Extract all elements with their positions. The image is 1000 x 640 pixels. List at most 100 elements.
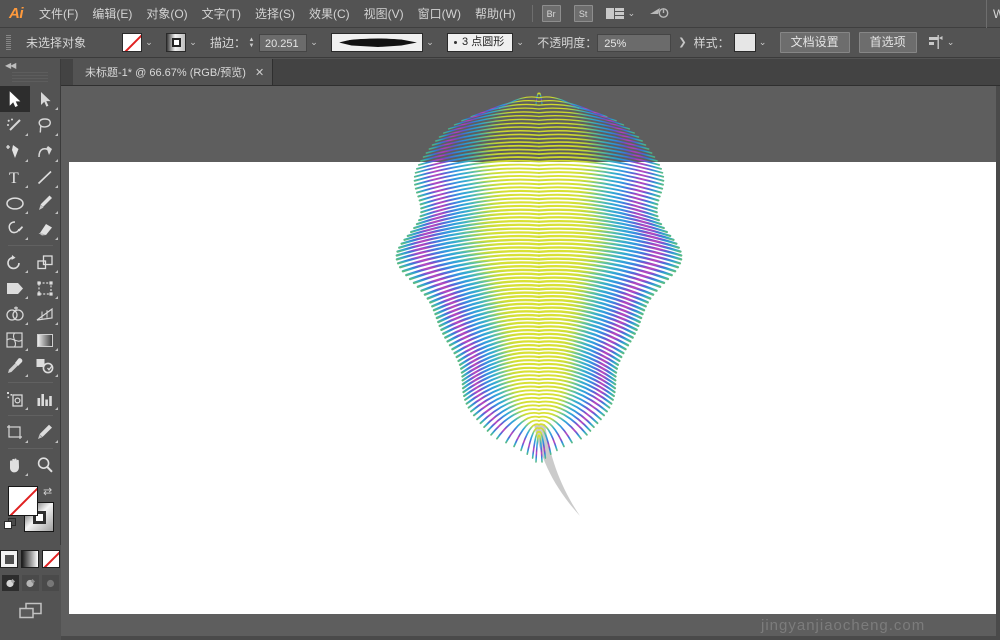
tools-panel-grip[interactable] <box>12 72 48 83</box>
drawing-mode-buttons <box>0 575 60 591</box>
tool-divider <box>8 448 53 449</box>
menu-type[interactable]: 文字(T) <box>195 0 248 28</box>
direct-selection-tool[interactable] <box>30 86 60 112</box>
menu-effect[interactable]: 效果(C) <box>302 0 357 28</box>
menu-file[interactable]: 文件(F) <box>32 0 85 28</box>
stroke-dropdown-icon[interactable]: ⌄ <box>186 33 200 52</box>
watermark-text: jingyanjiaocheng.com <box>761 617 925 634</box>
menu-select[interactable]: 选择(S) <box>248 0 302 28</box>
column-graph-tool[interactable] <box>30 386 60 412</box>
svg-text:T: T <box>9 170 19 186</box>
align-dropdown-icon[interactable]: ⌄ <box>944 33 958 52</box>
control-bar-grip[interactable] <box>6 35 11 51</box>
fill-dropdown-icon[interactable]: ⌄ <box>142 33 156 52</box>
gradient-mode-button[interactable] <box>21 550 39 568</box>
curvature-tool[interactable] <box>30 138 60 164</box>
cloud-sync-icon[interactable] <box>649 5 669 22</box>
document-setup-button[interactable]: 文档设置 <box>780 32 850 53</box>
leaf-stroke-group <box>397 93 681 462</box>
menu-view[interactable]: 视图(V) <box>357 0 411 28</box>
fill-swatch[interactable] <box>122 33 142 52</box>
artboard-tool[interactable] <box>0 419 30 445</box>
stroke-weight-label: 描边： <box>210 34 246 51</box>
align-icon[interactable] <box>928 35 944 50</box>
opacity-input[interactable]: 25% <box>597 34 671 52</box>
fill-none-swatch[interactable] <box>8 486 38 516</box>
eyedropper-tool[interactable] <box>0 353 30 379</box>
horizontal-scrollbar[interactable] <box>61 636 1000 640</box>
leaf-stroke <box>539 93 542 104</box>
shape-builder-tool[interactable] <box>0 301 30 327</box>
scale-tool[interactable] <box>30 249 60 275</box>
stroke-weight-input[interactable]: 20.251 <box>259 34 307 52</box>
swap-fill-stroke-icon[interactable]: ⇄ <box>43 485 52 498</box>
brush-definition-preview[interactable] <box>331 33 423 52</box>
chevron-down-icon[interactable]: ⌄ <box>628 8 636 19</box>
menu-edit[interactable]: 编辑(E) <box>85 0 139 28</box>
color-mode-buttons <box>0 550 60 568</box>
ellipse-tool[interactable] <box>0 190 30 216</box>
paintbrush-tool[interactable] <box>30 190 60 216</box>
close-icon[interactable]: ✕ <box>255 66 264 79</box>
slice-tool[interactable] <box>30 419 60 445</box>
selection-tool[interactable] <box>0 86 30 112</box>
menu-help[interactable]: 帮助(H) <box>468 0 523 28</box>
tool-divider <box>8 382 53 383</box>
preferences-button[interactable]: 首选项 <box>859 32 917 53</box>
eraser-tool[interactable] <box>30 216 60 242</box>
brush-name-dropdown-icon[interactable]: ⌄ <box>513 33 527 52</box>
zoom-tool[interactable] <box>30 452 60 478</box>
stock-button[interactable]: St <box>574 5 593 22</box>
document-canvas[interactable]: jingyanjiaocheng.com <box>61 86 1000 640</box>
brush-dropdown-icon[interactable]: ⌄ <box>423 33 437 52</box>
brush-name-field[interactable]: 3 点圆形 <box>447 33 513 52</box>
menu-divider <box>532 5 533 22</box>
draw-behind-button[interactable] <box>22 575 39 591</box>
type-tool[interactable]: T <box>0 164 30 190</box>
bridge-button[interactable]: Br <box>542 5 561 22</box>
workspace-switcher[interactable]: W <box>986 0 1000 28</box>
menu-object[interactable]: 对象(O) <box>139 0 194 28</box>
control-bar: 未选择对象 ⌄ ⌄ 描边： ▲▼ 20.251 ⌄ ⌄ 3 点圆形 ⌄ 不透明度… <box>0 28 1000 58</box>
stroke-weight-stepper[interactable]: ▲▼ <box>246 33 257 52</box>
mesh-tool[interactable] <box>0 327 30 353</box>
stroke-weight-dropdown-icon[interactable]: ⌄ <box>307 33 321 52</box>
line-segment-tool[interactable] <box>30 164 60 190</box>
gradient-tool[interactable] <box>30 327 60 353</box>
lasso-tool[interactable] <box>30 112 60 138</box>
graphic-style-swatch[interactable] <box>734 33 756 52</box>
style-dropdown-icon[interactable]: ⌄ <box>756 33 770 52</box>
default-fill-stroke-icon[interactable] <box>4 518 17 531</box>
draw-inside-button[interactable] <box>42 575 59 591</box>
document-tab-bar: 未标题-1* @ 66.67% (RGB/预览) ✕ <box>61 59 1000 86</box>
change-screen-mode-button[interactable] <box>0 602 60 621</box>
symbol-sprayer-tool[interactable] <box>0 386 30 412</box>
color-mode-button[interactable] <box>0 550 18 568</box>
pen-tool[interactable] <box>0 138 30 164</box>
draw-normal-button[interactable] <box>2 575 19 591</box>
brush-size-dot-icon <box>454 41 457 44</box>
illustrator-window: Ai 文件(F) 编辑(E) 对象(O) 文字(T) 选择(S) 效果(C) 视… <box>0 0 1000 640</box>
menu-window[interactable]: 窗口(W) <box>411 0 468 28</box>
tools-panel: ◀◀ <box>0 59 61 545</box>
stroke-swatch[interactable] <box>166 33 186 52</box>
free-transform-tool[interactable] <box>30 275 60 301</box>
collapse-icon: ◀◀ <box>5 61 15 70</box>
document-tab[interactable]: 未标题-1* @ 66.67% (RGB/预览) ✕ <box>73 59 273 85</box>
opacity-label: 不透明度： <box>537 34 597 51</box>
width-tool[interactable] <box>0 275 30 301</box>
none-mode-button[interactable] <box>42 550 60 568</box>
tools-panel-collapse[interactable]: ◀◀ <box>0 59 60 72</box>
rotate-tool[interactable] <box>0 249 30 275</box>
arrange-documents-icon[interactable] <box>606 8 624 19</box>
tool-grid: T <box>0 86 61 478</box>
blend-tool[interactable] <box>30 353 60 379</box>
menu-bar: Ai 文件(F) 编辑(E) 对象(O) 文字(T) 选择(S) 效果(C) 视… <box>0 0 1000 28</box>
hand-tool[interactable] <box>0 452 30 478</box>
vertical-scrollbar[interactable] <box>996 86 1000 640</box>
artwork-rainbow-leaf[interactable] <box>61 86 1000 640</box>
opacity-panel-toggle[interactable]: ❯ <box>678 37 686 48</box>
magic-wand-tool[interactable] <box>0 112 30 138</box>
perspective-grid-tool[interactable] <box>30 301 60 327</box>
shaper-pencil-tool[interactable] <box>0 216 30 242</box>
